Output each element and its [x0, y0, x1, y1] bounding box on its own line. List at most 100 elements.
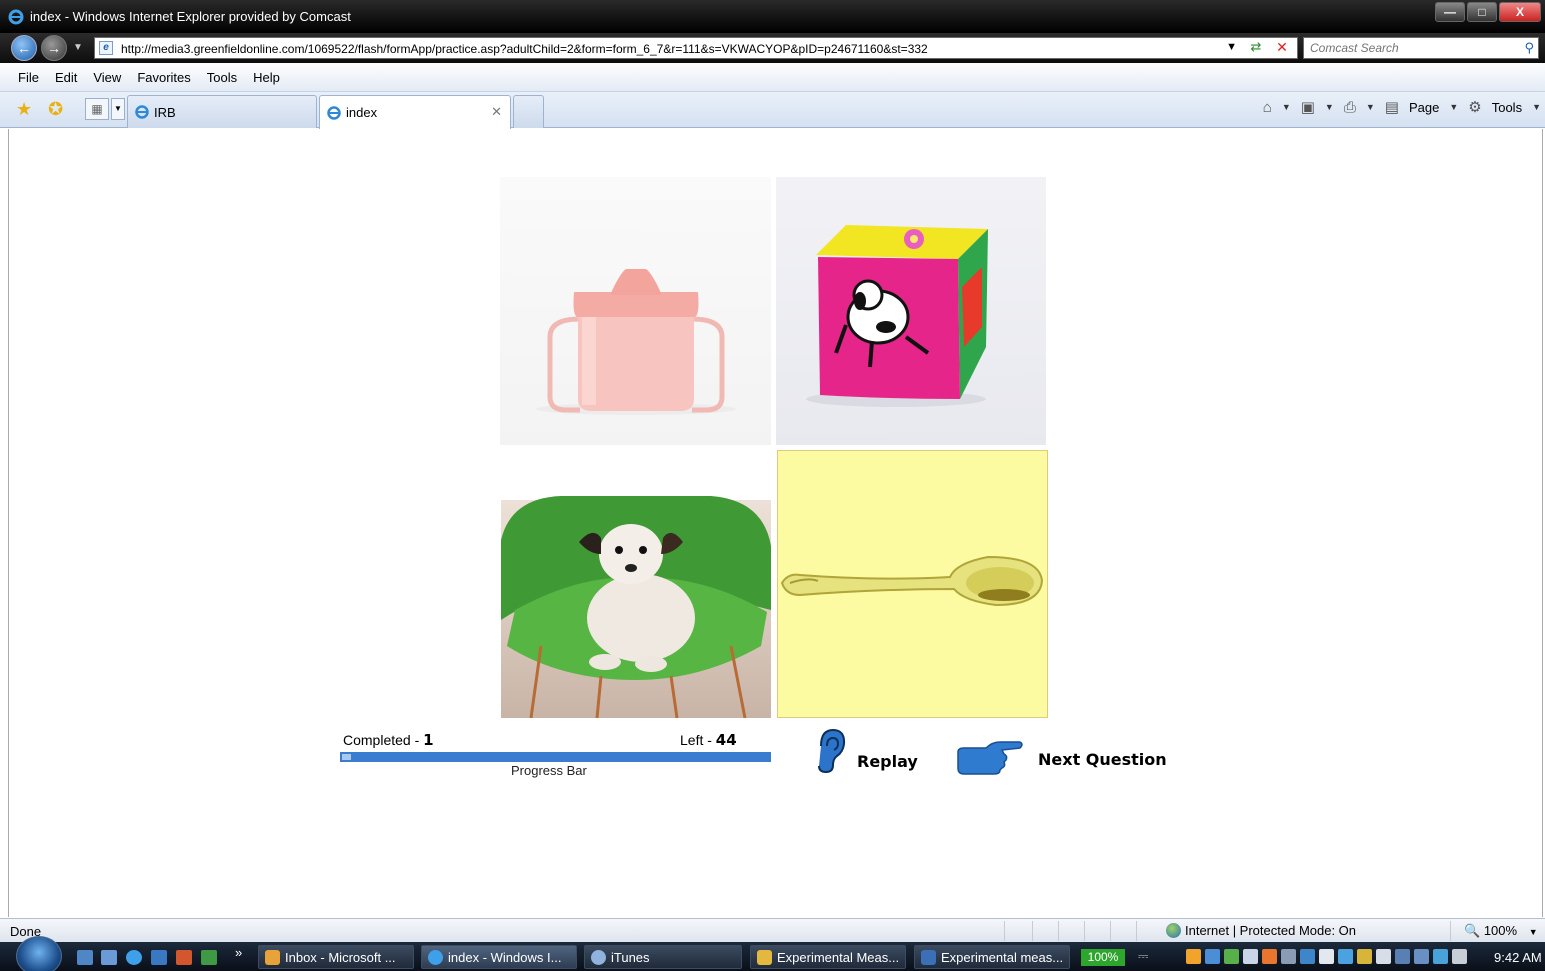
print-dropdown-icon[interactable]: ▼ — [1366, 102, 1375, 112]
tray-icon[interactable] — [1224, 949, 1239, 964]
show-desktop-icon[interactable] — [77, 950, 93, 965]
search-icon[interactable]: ⚲ — [1524, 40, 1534, 56]
quick-tabs-icon[interactable]: ▦ — [85, 98, 109, 120]
taskbar-button-experimental-2[interactable]: Experimental meas... — [914, 945, 1070, 969]
progress-bar-fill — [342, 754, 351, 760]
replay-button[interactable]: Replay — [857, 752, 918, 771]
tray-icon[interactable] — [1262, 949, 1277, 964]
tools-menu-button[interactable]: Tools — [1492, 100, 1522, 115]
word-icon — [921, 949, 936, 965]
taskbar-button-label: iTunes — [611, 949, 650, 965]
remaining-counter: Left - 44 — [680, 731, 737, 749]
completed-label: Completed - — [343, 732, 420, 748]
status-bar: Done Internet | Protected Mode: On 🔍 100… — [0, 918, 1545, 942]
taskbar-button-itunes[interactable]: iTunes — [584, 945, 742, 969]
recent-pages-dropdown-icon[interactable]: ▼ — [73, 42, 83, 53]
start-button[interactable] — [16, 936, 62, 971]
minimize-button[interactable]: — — [1435, 2, 1465, 22]
new-tab-button[interactable] — [513, 95, 544, 128]
tab-irb[interactable]: IRB — [127, 95, 317, 128]
outlook-icon — [265, 949, 280, 965]
tray-icon[interactable] — [1186, 949, 1201, 964]
address-dropdown-icon[interactable]: ▼ — [1226, 41, 1237, 53]
tools-dropdown-icon[interactable]: ▼ — [1532, 102, 1541, 112]
taskbar-button-experimental-1[interactable]: Experimental Meas... — [750, 945, 906, 969]
tray-icon[interactable] — [1300, 949, 1315, 964]
tray-icon[interactable] — [1414, 949, 1429, 964]
status-divider — [1058, 921, 1059, 941]
tray-icon[interactable] — [1243, 949, 1258, 964]
ie-quicklaunch-icon[interactable] — [126, 950, 142, 965]
zoom-level: 100% — [1483, 923, 1518, 938]
sippy-cup-image[interactable] — [500, 177, 771, 445]
back-button[interactable]: ← — [11, 35, 37, 61]
excel-quicklaunch-icon[interactable] — [201, 950, 217, 965]
network-icon[interactable] — [1395, 949, 1410, 964]
clock[interactable]: 9:42 AM — [1494, 950, 1542, 965]
home-dropdown-icon[interactable]: ▼ — [1282, 102, 1291, 112]
ie-icon — [428, 949, 443, 965]
menu-view[interactable]: View — [93, 70, 121, 85]
menu-tools[interactable]: Tools — [207, 70, 237, 85]
spoon-image-selected[interactable] — [777, 450, 1048, 718]
status-divider — [1136, 921, 1137, 941]
power-plug-icon[interactable]: ⎓ — [1138, 948, 1148, 964]
menu-bar: File Edit View Favorites Tools Help — [0, 63, 1545, 92]
tray-icon[interactable] — [1281, 949, 1296, 964]
tray-icon[interactable] — [1319, 949, 1334, 964]
page-dropdown-icon[interactable]: ▼ — [1449, 102, 1458, 112]
tray-icon[interactable] — [1338, 949, 1353, 964]
volume-icon[interactable] — [1452, 949, 1467, 964]
stop-icon[interactable]: ✕ — [1271, 39, 1293, 57]
address-bar[interactable]: e http://media3.greenfieldonline.com/106… — [94, 37, 1298, 59]
taskbar-button-index[interactable]: index - Windows I... — [421, 945, 577, 969]
next-question-button[interactable]: Next Question — [1038, 750, 1167, 769]
tray-icon[interactable] — [1376, 949, 1391, 964]
close-tab-icon[interactable]: ✕ — [491, 104, 502, 120]
print-icon[interactable]: ⎙ — [1344, 99, 1356, 116]
dog-on-chair-image[interactable] — [501, 450, 771, 718]
quicklaunch-overflow-icon[interactable]: » — [235, 945, 242, 960]
progress-bar-label: Progress Bar — [511, 763, 587, 778]
sippy-cup-illustration — [536, 269, 736, 415]
taskbar-button-label: Inbox - Microsoft ... — [285, 949, 396, 965]
zoom-control[interactable]: 🔍 100% ▼ — [1464, 923, 1538, 939]
battery-indicator[interactable]: 100% — [1081, 949, 1125, 966]
address-url[interactable]: http://media3.greenfieldonline.com/10695… — [121, 42, 928, 56]
search-box[interactable]: ⚲ — [1303, 37, 1539, 59]
favorites-star-icon[interactable]: ★ — [16, 99, 32, 120]
tray-icon[interactable] — [1205, 949, 1220, 964]
menu-file[interactable]: File — [18, 70, 39, 85]
tab-index[interactable]: index ✕ — [319, 95, 511, 129]
security-zone[interactable]: Internet | Protected Mode: On — [1166, 923, 1356, 938]
menu-favorites[interactable]: Favorites — [137, 70, 190, 85]
search-input[interactable] — [1304, 38, 1504, 58]
page-menu-button[interactable]: Page — [1409, 100, 1439, 115]
taskbar-button-inbox[interactable]: Inbox - Microsoft ... — [258, 945, 414, 969]
feeds-icon[interactable]: ▣ — [1301, 98, 1315, 116]
refresh-icon[interactable]: ⇄ — [1245, 39, 1267, 57]
close-window-button[interactable]: X — [1499, 2, 1541, 22]
window-title: index - Windows Internet Explorer provid… — [30, 9, 351, 24]
forward-button[interactable]: → — [41, 35, 67, 61]
ie-page-icon — [135, 105, 149, 119]
pointing-hand-icon[interactable] — [956, 738, 1024, 776]
toy-block-image[interactable] — [776, 177, 1046, 445]
zoom-dropdown-icon[interactable]: ▼ — [1529, 927, 1538, 937]
add-favorites-icon[interactable]: ✪ — [48, 99, 63, 120]
ie-page-icon — [327, 105, 341, 120]
ear-icon[interactable] — [815, 728, 847, 774]
maximize-button[interactable]: □ — [1467, 2, 1497, 22]
tab-list-dropdown-icon[interactable]: ▼ — [111, 98, 125, 120]
menu-edit[interactable]: Edit — [55, 70, 77, 85]
dog-on-chair-illustration — [501, 450, 771, 718]
powerpoint-quicklaunch-icon[interactable] — [176, 950, 192, 965]
tray-icon[interactable] — [1433, 949, 1448, 964]
address-toolbar: ← → ▼ e http://media3.greenfieldonline.c… — [0, 33, 1545, 63]
outlook-quicklaunch-icon[interactable] — [151, 950, 167, 965]
feeds-dropdown-icon[interactable]: ▼ — [1325, 102, 1334, 112]
menu-help[interactable]: Help — [253, 70, 280, 85]
home-icon[interactable]: ⌂ — [1263, 99, 1272, 116]
switch-windows-icon[interactable] — [101, 950, 117, 965]
tray-icon[interactable] — [1357, 949, 1372, 964]
